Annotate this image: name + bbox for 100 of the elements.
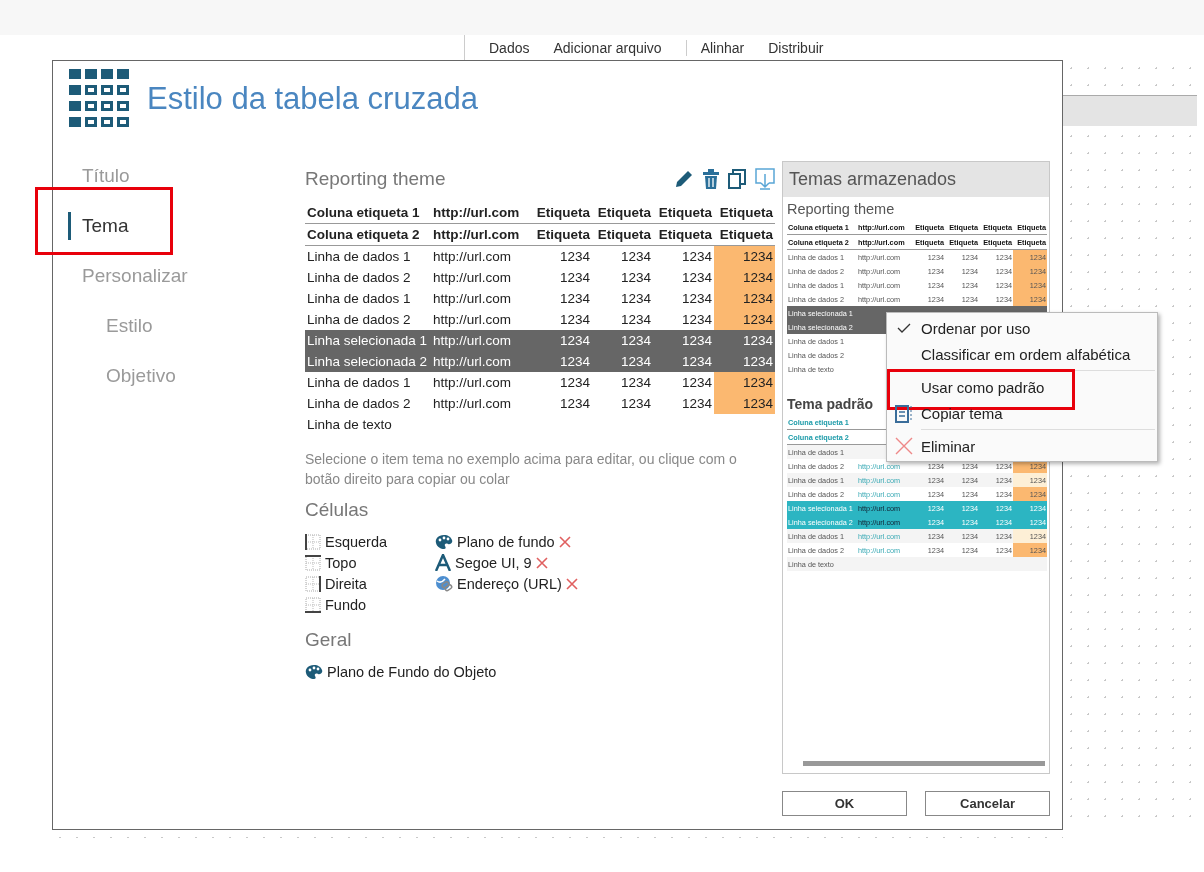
table-cell[interactable]: 1234: [714, 330, 775, 351]
table-cell[interactable]: 1234: [714, 309, 775, 330]
table-cell[interactable]: Etiqueta: [592, 223, 653, 246]
border-option[interactable]: Esquerda: [325, 533, 388, 550]
table-cell[interactable]: 1234: [531, 245, 592, 267]
table-cell[interactable]: Etiqueta: [714, 202, 775, 224]
border-option[interactable]: Topo: [325, 554, 357, 571]
bottom-border-icon[interactable]: [305, 596, 321, 613]
table-cell[interactable]: Linha de dados 1: [305, 288, 431, 309]
table-cell[interactable]: 1234: [592, 330, 653, 351]
table-cell[interactable]: 1234: [531, 288, 592, 309]
dialog-button[interactable]: OK: [782, 791, 907, 816]
table-cell[interactable]: 1234: [653, 351, 714, 372]
menu-item[interactable]: Copiar tema: [887, 400, 1157, 426]
table-cell[interactable]: 1234: [592, 351, 653, 372]
table-cell[interactable]: 1234: [653, 267, 714, 288]
table-cell[interactable]: Etiqueta: [653, 202, 714, 224]
toolbar-button[interactable]: Distribuir: [768, 39, 824, 56]
table-cell[interactable]: 1234: [653, 330, 714, 351]
table-cell[interactable]: 1234: [592, 393, 653, 414]
right-border-icon[interactable]: [305, 575, 321, 592]
cell-property[interactable]: Endereço (URL): [457, 575, 562, 592]
table-cell[interactable]: http://url.com: [431, 267, 531, 288]
table-cell[interactable]: 1234: [592, 245, 653, 267]
toolbar-button[interactable]: Alinhar: [685, 39, 745, 56]
table-cell[interactable]: 1234: [714, 267, 775, 288]
remove-icon[interactable]: [535, 556, 548, 569]
table-cell[interactable]: 1234: [714, 351, 775, 372]
border-option[interactable]: Direita: [325, 575, 367, 592]
table-cell[interactable]: 1234: [592, 267, 653, 288]
table-cell[interactable]: 1234: [714, 372, 775, 393]
theme-name[interactable]: Reporting theme: [787, 201, 1047, 217]
table-cell[interactable]: 1234: [531, 267, 592, 288]
table-cell[interactable]: 1234: [592, 309, 653, 330]
toolbar-button[interactable]: Dados: [489, 39, 530, 56]
table-cell[interactable]: Linha de dados 1: [305, 245, 431, 267]
cell-property[interactable]: Plano de fundo: [457, 533, 555, 550]
left-border-icon[interactable]: [305, 533, 321, 550]
cell-property[interactable]: Segoe UI, 9: [455, 554, 532, 571]
font-icon[interactable]: [435, 554, 452, 571]
scrollbar[interactable]: [803, 760, 1045, 766]
table-cell[interactable]: 1234: [653, 288, 714, 309]
toolbar-button[interactable]: Adicionar arquivo: [553, 39, 662, 56]
table-cell[interactable]: Linha de texto: [305, 414, 431, 435]
table-cell[interactable]: Linha de dados 2: [305, 267, 431, 288]
table-cell[interactable]: Etiqueta: [592, 202, 653, 224]
remove-icon[interactable]: [565, 577, 578, 590]
table-cell[interactable]: 1234: [653, 309, 714, 330]
table-cell[interactable]: Linha de dados 1: [305, 372, 431, 393]
table-cell[interactable]: http://url.com: [431, 245, 531, 267]
table-cell[interactable]: Etiqueta: [531, 223, 592, 246]
table-cell[interactable]: http://url.com: [431, 393, 531, 414]
table-cell[interactable]: 1234: [531, 309, 592, 330]
table-cell[interactable]: http://url.com: [431, 351, 531, 372]
panel-title: Temas armazenados: [783, 162, 1049, 197]
table-cell[interactable]: 1234: [531, 372, 592, 393]
menu-item[interactable]: Ordenar por uso: [887, 315, 1157, 341]
table-cell[interactable]: 1234: [592, 372, 653, 393]
table-cell[interactable]: 1234: [653, 245, 714, 267]
table-cell[interactable]: Coluna etiqueta 1: [305, 202, 431, 224]
table-cell[interactable]: 1234: [531, 351, 592, 372]
remove-icon[interactable]: [558, 535, 571, 548]
general-option[interactable]: Plano de Fundo do Objeto: [327, 663, 497, 680]
edit-icon[interactable]: [674, 169, 694, 189]
table-cell[interactable]: http://url.com: [431, 223, 531, 246]
table-cell[interactable]: http://url.com: [431, 288, 531, 309]
table-cell[interactable]: Linha de dados 2: [305, 309, 431, 330]
section-heading: Células: [305, 499, 370, 521]
table-cell[interactable]: 1234: [531, 393, 592, 414]
table-cell[interactable]: Linha selecionada 1: [305, 330, 431, 351]
table-cell[interactable]: http://url.com: [431, 330, 531, 351]
table-cell[interactable]: 1234: [592, 288, 653, 309]
table-cell[interactable]: Etiqueta: [714, 223, 775, 246]
link-icon[interactable]: [435, 575, 454, 592]
table-grid-icon: [69, 68, 129, 129]
table-cell[interactable]: 1234: [653, 372, 714, 393]
table-cell[interactable]: 1234: [653, 393, 714, 414]
table-cell[interactable]: Linha de dados 2: [305, 393, 431, 414]
delete-icon[interactable]: [703, 169, 719, 189]
copy-icon[interactable]: [728, 169, 746, 189]
table-cell[interactable]: http://url.com: [431, 372, 531, 393]
menu-item[interactable]: Classificar em ordem alfabética: [887, 341, 1157, 367]
table-cell[interactable]: http://url.com: [431, 309, 531, 330]
border-option[interactable]: Fundo: [325, 596, 367, 613]
table-cell[interactable]: http://url.com: [431, 202, 531, 224]
table-cell[interactable]: Etiqueta: [531, 202, 592, 224]
palette-icon[interactable]: [435, 533, 454, 550]
top-border-icon[interactable]: [305, 554, 321, 571]
dialog-button[interactable]: Cancelar: [925, 791, 1050, 816]
palette-icon[interactable]: [305, 663, 323, 680]
table-cell[interactable]: Etiqueta: [653, 223, 714, 246]
table-cell[interactable]: 1234: [714, 245, 775, 267]
table-cell[interactable]: Coluna etiqueta 2: [305, 223, 431, 246]
menu-item[interactable]: Eliminar: [887, 433, 1157, 459]
table-cell[interactable]: Linha selecionada 2: [305, 351, 431, 372]
download-icon[interactable]: [755, 168, 775, 190]
table-cell[interactable]: 1234: [714, 288, 775, 309]
table-cell[interactable]: 1234: [714, 393, 775, 414]
nav-item[interactable]: Tema: [68, 212, 129, 240]
table-cell[interactable]: 1234: [531, 330, 592, 351]
